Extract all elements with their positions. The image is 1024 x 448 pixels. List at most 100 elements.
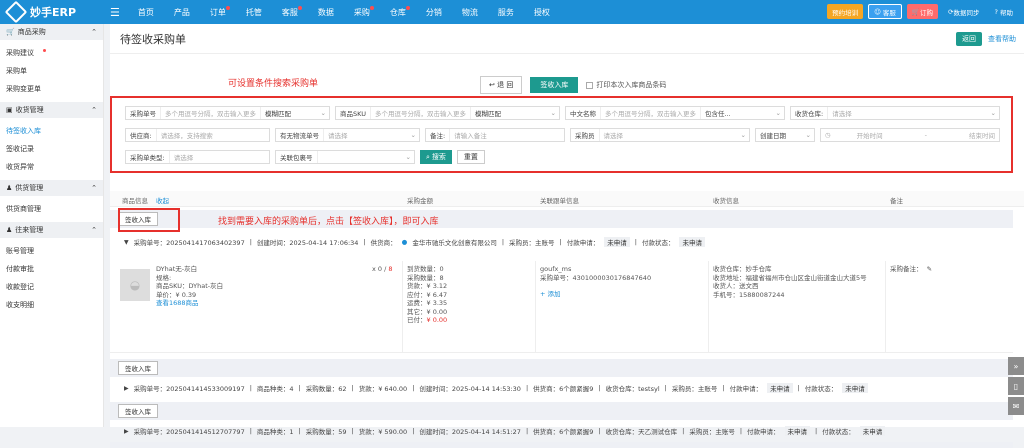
hat-icon: ◒ <box>129 278 141 292</box>
brand-logo[interactable]: 妙手ERP <box>0 0 110 24</box>
chevron-down-icon: ⌄ <box>410 131 416 139</box>
sidebar-item-pending-receive[interactable]: 待签收入库 <box>6 122 52 140</box>
tracking-account: goufx_ms <box>540 265 572 273</box>
reset-button[interactable]: 重置 <box>456 150 485 164</box>
filter-package-no[interactable]: 关联包裹号 ⌄ <box>275 150 415 164</box>
chat-icon: ☺ <box>874 7 883 16</box>
filter-remark[interactable]: 备注: 请输入备注 <box>425 128 565 142</box>
sidebar-item-receive-record[interactable]: 签收记录 <box>6 140 52 158</box>
print-checkbox[interactable] <box>586 81 594 89</box>
sidebar-item-purchase-order[interactable]: 采购单 <box>6 62 52 80</box>
filter-order-type[interactable]: 采购单类型: 请选择 <box>125 150 270 164</box>
top-right-tools: 预约培训 ☺ 客服 🛒 订购 ⟳ 数据同步 ? 帮助 <box>827 4 1018 19</box>
collapse-link[interactable]: 收起 <box>156 195 169 205</box>
receive-in-button[interactable]: 签收入库 <box>118 404 158 418</box>
return-icon: ↩ <box>489 81 498 89</box>
user-icon: ♟ <box>6 226 13 234</box>
nav-item-warehouse[interactable]: 仓库 <box>390 5 410 18</box>
caret-down-icon[interactable]: ▼ <box>124 239 129 246</box>
status-badge: 未申请 <box>679 237 705 247</box>
back-button[interactable]: 返回 <box>956 32 982 46</box>
help-button[interactable]: ? 帮助 <box>989 4 1018 19</box>
add-tracking-link[interactable]: + 添加 <box>540 290 651 299</box>
tracking-order-no: 采购单号：4301000030176847640 <box>540 273 652 282</box>
chevron-up-icon: ⌃ <box>91 184 97 192</box>
filter-purchase-no[interactable]: 采购单号 多个用逗号分隔，双击输入更多 模糊匹配 ⌄ <box>125 106 330 120</box>
menu-toggle-icon[interactable]: ☰ <box>110 6 120 19</box>
filter-sku[interactable]: 商品SKU 多个用逗号分隔，双击输入更多 模糊匹配 ⌄ <box>335 106 560 120</box>
nav-links: 首页 产品 订单 托管 客服 数据 采购 仓库 分销 物流 服务 授权 <box>128 5 560 18</box>
brand-name: 妙手ERP <box>30 6 77 19</box>
search-icon: ⌕ <box>426 152 430 161</box>
main-content: 待签收采购单 返回 查看帮助 可设置条件搜索采购单 ↩ 退 回 签收入库 打印本… <box>110 24 1024 448</box>
sidebar-item-payment-approval[interactable]: 付款审批 <box>6 260 52 278</box>
return-button[interactable]: ↩ 退 回 <box>480 76 523 94</box>
data-sync-button[interactable]: ⟳ 数据同步 <box>943 4 984 19</box>
user-icon: ♟ <box>6 184 13 192</box>
order-action-bar: 签收入库 <box>110 359 1013 377</box>
edit-icon[interactable]: ✎ <box>925 265 932 273</box>
appointment-button[interactable]: 预约培训 <box>827 4 864 19</box>
status-badge: 未申请 <box>767 383 793 393</box>
filter-cn-name[interactable]: 中文名称 多个用逗号分隔，双击输入更多 包含任... ⌄ <box>565 106 785 120</box>
col-remark: 备注 <box>890 197 903 205</box>
col-amount: 采购金额 <box>407 197 433 205</box>
search-button[interactable]: ⌕ 搜索 <box>420 150 452 164</box>
view-1688-link[interactable]: 查看1688商品 <box>156 299 223 308</box>
item-count-total: 8 <box>388 265 393 273</box>
item-spec: 规格: <box>156 273 172 282</box>
order-summary-row[interactable]: ▼ 采购单号：2025041417063402397 | 创建时间：2025-04… <box>110 235 1013 249</box>
nav-item-services[interactable]: 服务 <box>498 7 514 18</box>
filter-buyer[interactable]: 采购员 请选择 ⌄ <box>570 128 750 142</box>
filter-date-range[interactable]: ◷ 开始时间 - 结束时间 <box>820 128 1000 142</box>
chat-icon[interactable]: ✉ <box>1008 397 1024 415</box>
subscribe-button[interactable]: 🛒 订购 <box>906 4 939 19</box>
filter-date-type[interactable]: 创建日期 ⌄ <box>755 128 815 142</box>
receive-button[interactable]: 签收入库 <box>530 77 579 93</box>
nav-item-home[interactable]: 首页 <box>138 7 154 18</box>
page-header: 待签收采购单 <box>110 24 1024 54</box>
sidebar-item-receive-exception[interactable]: 收货异常 <box>6 158 52 176</box>
right-float-tools: » ▯ ✉ <box>1008 357 1024 427</box>
nav-item-product[interactable]: 产品 <box>174 7 190 18</box>
chevron-up-icon: ⌃ <box>91 226 97 234</box>
product-image[interactable]: ◒ <box>120 269 150 301</box>
nav-item-distribution[interactable]: 分销 <box>426 7 442 18</box>
caret-right-icon[interactable]: ▶ <box>124 428 129 435</box>
nav-item-logistics[interactable]: 物流 <box>462 7 478 18</box>
logo-icon <box>4 0 28 24</box>
filter-supplier[interactable]: 供应商: 请选择，支持搜索 <box>125 128 270 142</box>
customer-service-button[interactable]: ☺ 客服 <box>868 4 902 19</box>
sidebar-group-purchase[interactable]: 🛒 商品采购 ⌃ <box>0 24 103 40</box>
sidebar-item-receipt[interactable]: 收款登记 <box>6 278 52 296</box>
sidebar-item-purchase-suggest[interactable]: 采购建议 <box>6 44 52 62</box>
chevron-down-icon: ⌄ <box>740 131 746 139</box>
nav-item-service[interactable]: 客服 <box>282 5 302 18</box>
sidebar-group-finance[interactable]: ♟ 往来管理 ⌃ <box>0 222 103 238</box>
expand-icon[interactable]: » <box>1008 357 1024 375</box>
print-barcode-toggle[interactable]: 打印本次入库商品条码 <box>586 80 666 90</box>
help-link[interactable]: 查看帮助 <box>988 34 1016 44</box>
sidebar-item-ledger[interactable]: 收支明细 <box>6 296 52 314</box>
page-title: 待签收采购单 <box>120 32 186 46</box>
order-summary-row[interactable]: ▶ 采购单号：2025041414533009197 | 商品种类：4 | 采购数量… <box>110 381 1013 395</box>
phone-icon[interactable]: ▯ <box>1008 377 1024 395</box>
sidebar-item-accounts[interactable]: 账号管理 <box>6 242 52 260</box>
sidebar-group-supply[interactable]: ♟ 供货管理 ⌃ <box>0 180 103 196</box>
nav-item-data[interactable]: 数据 <box>318 7 334 18</box>
nav-item-hosting[interactable]: 托管 <box>246 7 262 18</box>
nav-item-order[interactable]: 订单 <box>210 5 230 18</box>
receive-in-button[interactable]: 签收入库 <box>118 361 158 375</box>
sidebar: 🛒 商品采购 ⌃ 采购建议 采购单 采购变更单 ▣ 收货管理 ⌃ 待签收入库 签收记… <box>0 24 104 427</box>
order-summary-row[interactable]: ▶ 采购单号：2025041414512707797 | 商品种类：1 | 采购数量… <box>110 424 1013 438</box>
chevron-down-icon: ⌄ <box>405 153 411 161</box>
status-badge: 未申请 <box>784 426 811 436</box>
sidebar-group-receiving[interactable]: ▣ 收货管理 ⌃ <box>0 102 103 118</box>
nav-item-auth[interactable]: 授权 <box>534 7 550 18</box>
filter-warehouse[interactable]: 收货仓库: 请选择 ⌄ <box>790 106 1000 120</box>
filter-tracking-exists[interactable]: 有无物流单号 请选择 ⌄ <box>275 128 420 142</box>
sidebar-item-supplier[interactable]: 供货商管理 <box>6 200 86 218</box>
sidebar-item-purchase-change[interactable]: 采购变更单 <box>6 80 86 98</box>
nav-item-purchase[interactable]: 采购 <box>354 5 374 18</box>
caret-right-icon[interactable]: ▶ <box>124 385 129 392</box>
